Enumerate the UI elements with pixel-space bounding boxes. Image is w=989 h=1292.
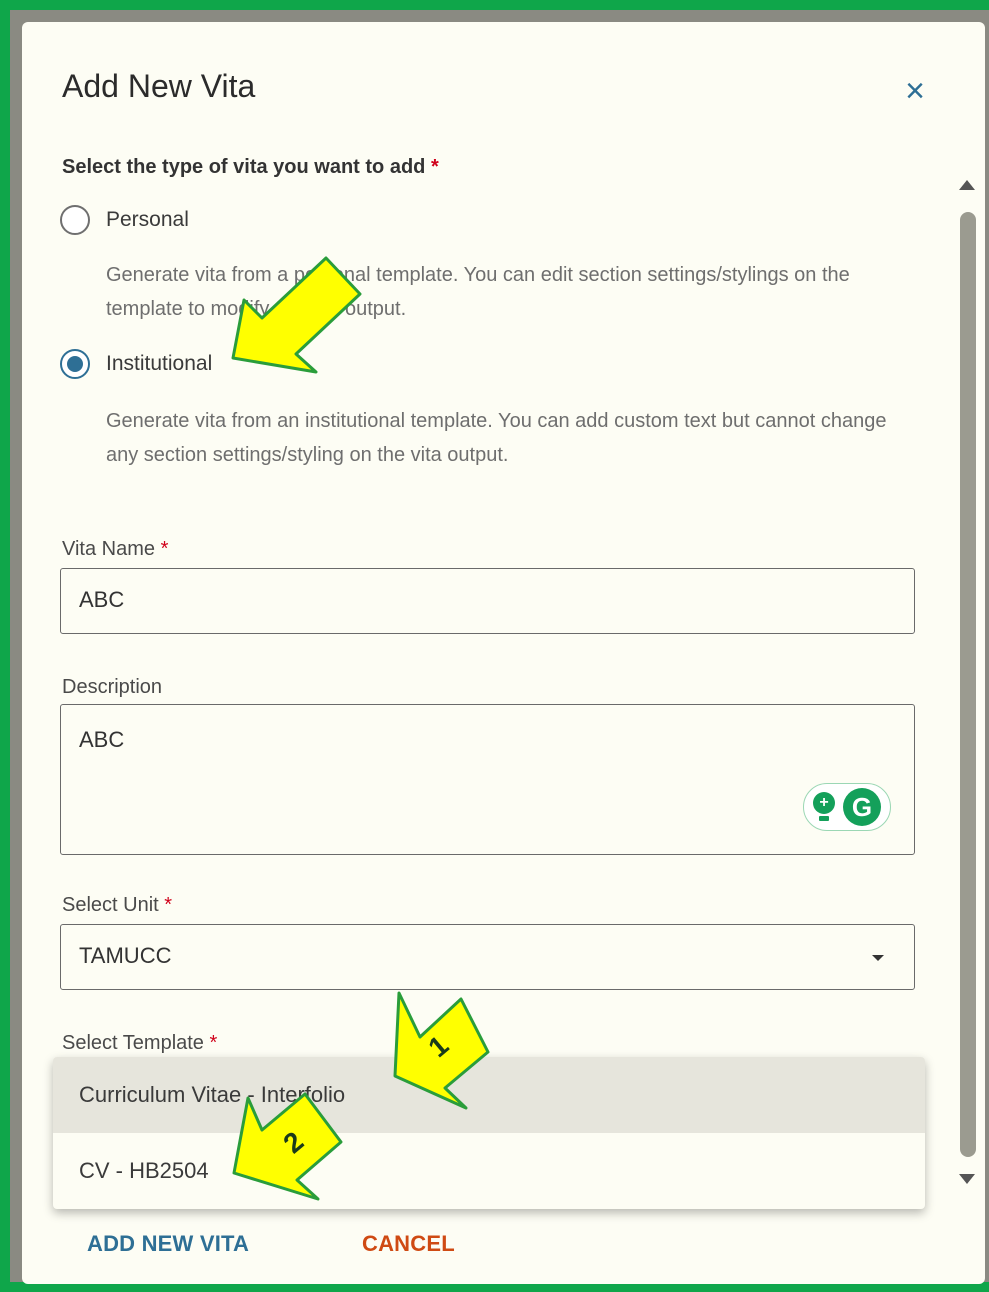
radio-personal[interactable]: Personal (60, 205, 189, 235)
radio-unchecked-icon[interactable] (60, 205, 90, 235)
template-option[interactable]: CV - HB2504 (53, 1133, 925, 1209)
vita-name-label: Vita Name * (62, 538, 169, 560)
radio-personal-label: Personal (106, 208, 189, 231)
scroll-up-icon[interactable] (959, 180, 975, 190)
template-dropdown-menu: Curriculum Vitae - Interfolio CV - HB250… (53, 1057, 925, 1209)
unit-value: TAMUCC (79, 943, 172, 968)
institutional-description: Generate vita from an institutional temp… (106, 410, 887, 466)
description-label: Description (62, 676, 163, 698)
vita-name-input[interactable]: ABC (60, 568, 915, 634)
scroll-down-icon[interactable] (959, 1174, 975, 1184)
radio-institutional[interactable]: Institutional (60, 349, 212, 379)
add-vita-dialog: Add New Vita × Select the type of vita y… (22, 22, 985, 1284)
chevron-down-icon[interactable] (872, 955, 884, 961)
template-label: Select Template * (62, 1032, 218, 1054)
description-textarea[interactable]: ABC (60, 704, 915, 855)
close-icon[interactable]: × (898, 74, 932, 108)
personal-description: Generate vita from a personal template. … (106, 264, 850, 320)
radio-institutional-label: Institutional (106, 352, 213, 375)
template-option[interactable]: Curriculum Vitae - Interfolio (53, 1057, 925, 1133)
lightbulb-icon[interactable] (813, 792, 835, 822)
description-value: ABC (79, 727, 125, 752)
add-new-vita-button[interactable]: ADD NEW VITA (87, 1231, 249, 1257)
unit-label: Select Unit * (62, 894, 173, 916)
radio-checked-icon[interactable] (60, 349, 90, 379)
dialog-title: Add New Vita (62, 68, 256, 104)
grammarly-icon[interactable]: G (843, 788, 881, 826)
grammarly-widget[interactable]: G (803, 783, 891, 831)
scrollbar[interactable] (956, 162, 978, 1202)
vita-type-label: Select the type of vita you want to add … (62, 156, 439, 178)
scrollbar-thumb[interactable] (960, 212, 976, 1157)
unit-select[interactable]: TAMUCC (60, 924, 915, 990)
cancel-button[interactable]: CANCEL (362, 1231, 455, 1257)
